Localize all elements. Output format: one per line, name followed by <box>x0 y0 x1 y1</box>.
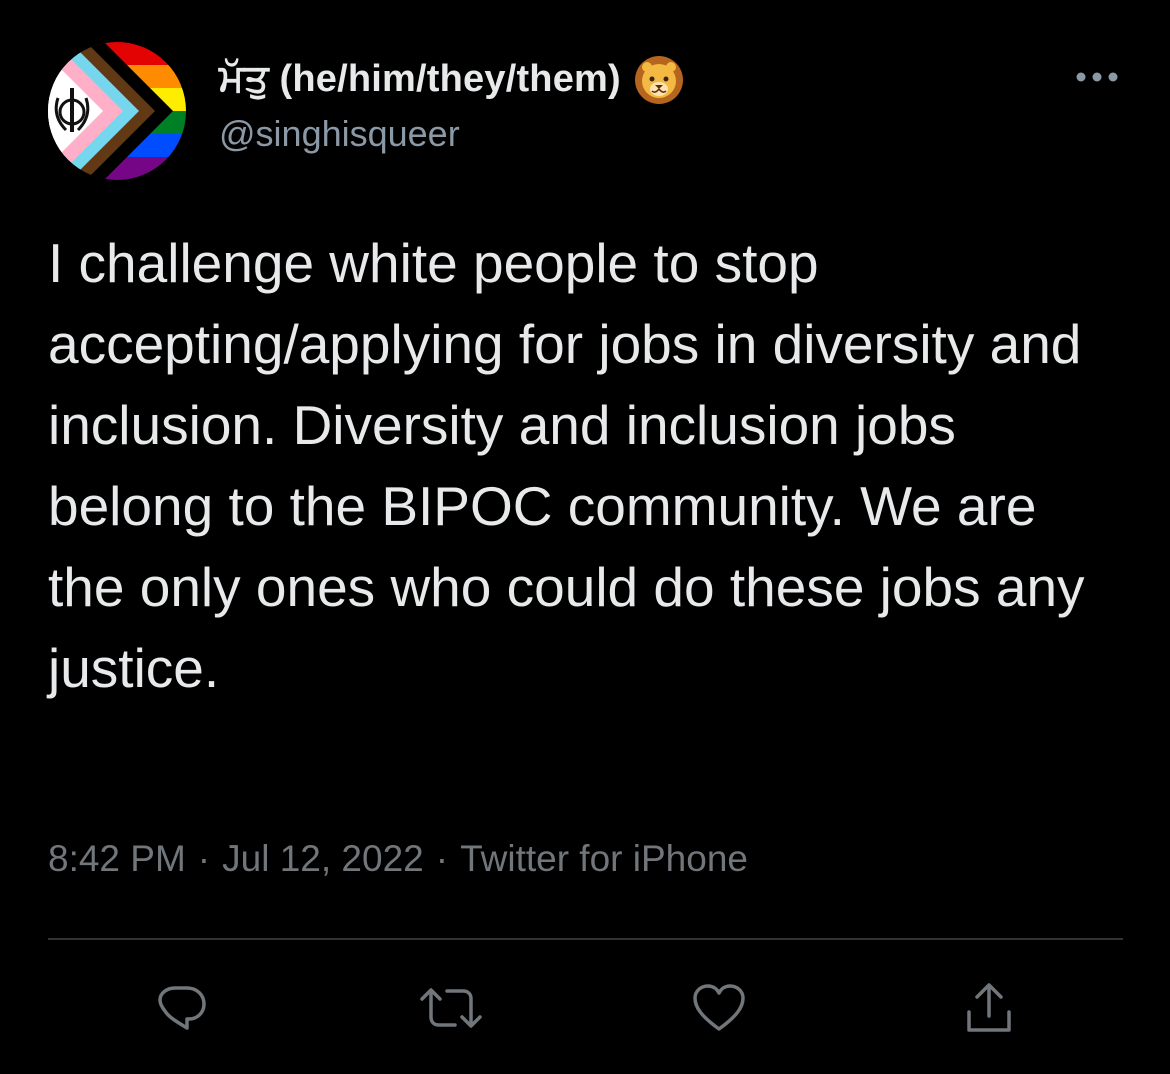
retweet-icon <box>420 988 482 1028</box>
tweet-meta: 8:42 PM · Jul 12, 2022 · Twitter for iPh… <box>48 838 748 880</box>
tweet-time[interactable]: 8:42 PM <box>48 838 186 880</box>
tweet-date[interactable]: Jul 12, 2022 <box>222 838 424 880</box>
reply-button[interactable] <box>148 975 214 1041</box>
display-name[interactable]: ਮੱਤੁ (he/him/they/them) <box>219 58 621 101</box>
tweet-detail: ਮੱਤੁ (he/him/they/them) @singhisqueer I … <box>0 0 1170 1074</box>
retweet-button[interactable] <box>418 975 484 1041</box>
share-icon <box>967 983 1011 1032</box>
like-icon <box>693 984 745 1031</box>
meta-separator: · <box>197 838 211 879</box>
share-button[interactable] <box>956 975 1022 1041</box>
divider <box>48 938 1123 940</box>
lion-face-icon <box>633 53 685 105</box>
user-handle[interactable]: @singhisqueer <box>219 113 460 155</box>
avatar[interactable] <box>48 42 186 180</box>
reply-icon <box>158 986 206 1030</box>
more-options-icon[interactable] <box>1072 62 1122 92</box>
like-button[interactable] <box>686 975 752 1041</box>
tweet-text: I challenge white people to stop accepti… <box>48 232 1085 699</box>
tweet-source[interactable]: Twitter for iPhone <box>460 838 748 880</box>
meta-separator: · <box>435 838 449 879</box>
progress-pride-khanda-icon <box>48 42 186 180</box>
action-bar <box>0 975 1170 1045</box>
display-name-row[interactable]: ਮੱਤੁ (he/him/they/them) <box>219 54 685 104</box>
